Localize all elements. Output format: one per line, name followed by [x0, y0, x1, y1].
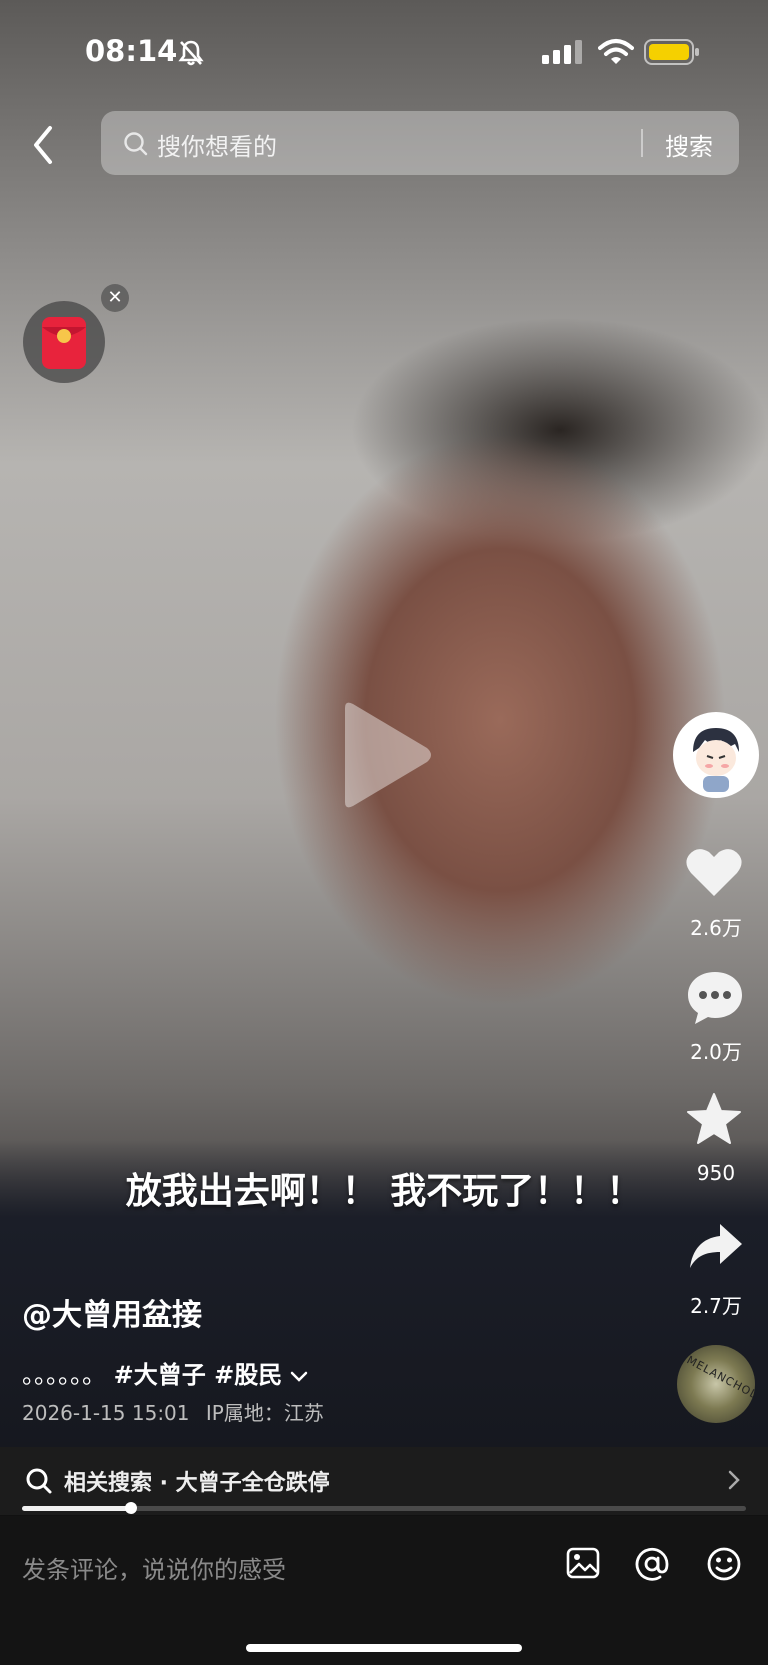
ip-location: IP属地：江苏: [205, 1401, 324, 1425]
like-button[interactable]: [685, 846, 743, 902]
comment-bar: 发条评论，说说你的感受: [0, 1516, 768, 1665]
author-name[interactable]: @大曾用盆接: [22, 1290, 202, 1334]
red-packet-close-button[interactable]: ✕: [101, 284, 129, 312]
author-avatar[interactable]: [673, 712, 759, 798]
video-progress-bar[interactable]: [22, 1502, 746, 1514]
favorite-button[interactable]: [686, 1092, 742, 1150]
search-icon: [25, 1467, 53, 1499]
video-progress-fill: [22, 1506, 131, 1511]
share-arrow-icon: [690, 1224, 742, 1268]
post-meta: 2026-1-15 15:01 IP属地：江苏: [22, 1397, 324, 1426]
post-description[interactable]: 。。。。。。 #大曾子 #股民: [22, 1355, 308, 1390]
mention-at-icon[interactable]: [634, 1546, 670, 1586]
music-disc[interactable]: MELANCHOL: [677, 1345, 755, 1423]
battery-icon: [644, 38, 700, 70]
play-icon[interactable]: [335, 700, 435, 814]
video-progress-handle[interactable]: [124, 1502, 137, 1514]
like-count: 2.6万: [690, 916, 742, 940]
comment-bubble-icon: [688, 972, 742, 1024]
heart-icon: [686, 849, 742, 896]
status-time: 08:14: [85, 34, 178, 68]
wifi-icon: [598, 38, 634, 70]
comment-button[interactable]: [686, 970, 744, 1030]
post-date: 2026-1-15 15:01: [22, 1401, 190, 1425]
cellular-signal-icon: [542, 40, 584, 68]
red-envelope-icon: [42, 317, 86, 369]
star-icon: [687, 1093, 741, 1144]
chevron-down-icon[interactable]: [290, 1371, 308, 1383]
bell-muted-icon: [176, 38, 206, 72]
chevron-right-icon: [727, 1469, 741, 1495]
description-text: 。。。。。。: [22, 1361, 106, 1389]
share-count: 2.7万: [690, 1294, 742, 1318]
search-divider: [641, 129, 643, 157]
search-button[interactable]: 搜索: [665, 127, 713, 162]
status-bar: 08:14: [0, 0, 768, 100]
comment-input[interactable]: 发条评论，说说你的感受: [22, 1550, 286, 1585]
search-icon: [123, 131, 149, 161]
cartoon-avatar-icon: [675, 714, 757, 796]
music-disc-label: MELANCHOL: [684, 1353, 755, 1402]
related-search-text: 相关搜索 · 大曾子全仓跌停: [64, 1471, 330, 1496]
share-button[interactable]: [688, 1222, 744, 1274]
search-bar[interactable]: 搜你想看的 搜索: [101, 111, 739, 175]
video-subtitle: 放我出去啊！！ 我不玩了！！！: [125, 1171, 643, 1212]
back-button[interactable]: [26, 122, 62, 168]
search-input[interactable]: 搜你想看的: [157, 127, 277, 162]
related-search-bar[interactable]: 相关搜索 · 大曾子全仓跌停: [0, 1447, 768, 1515]
emoji-icon[interactable]: [706, 1546, 742, 1586]
image-picker-icon[interactable]: [566, 1546, 600, 1584]
hashtags[interactable]: #大曾子 #股民: [114, 1361, 283, 1389]
home-indicator: [246, 1644, 522, 1652]
red-packet-widget[interactable]: [23, 301, 105, 383]
comment-count: 2.0万: [690, 1040, 742, 1064]
